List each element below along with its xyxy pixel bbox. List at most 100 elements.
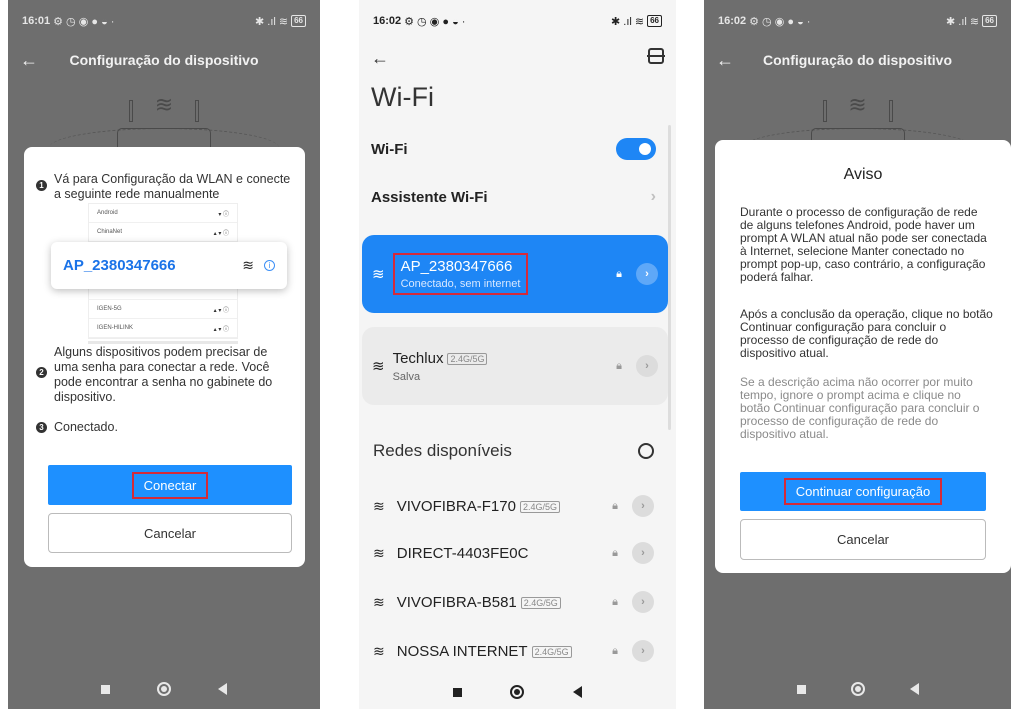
status-bar: 16:01 ⚙ ◷ ◉ ● ◒ · ✱ .ıl ≋ 66 <box>8 0 320 42</box>
network-details-button[interactable]: › <box>632 591 654 613</box>
page-title: Configuração do dispositivo <box>69 52 259 68</box>
cancel-button[interactable]: Cancelar <box>48 513 292 553</box>
wifi-assistant-label: Assistente Wi-Fi <box>371 188 488 206</box>
refresh-icon[interactable] <box>638 443 654 459</box>
status-icons: ⚙ ◷ ◉ ● ◒ · <box>404 15 466 28</box>
lock-icon: 🔒︎ <box>612 499 618 512</box>
warning-paragraph-1: Durante o processo de configuração de re… <box>740 205 987 284</box>
system-nav-bar <box>8 669 320 709</box>
network-name: Techlux <box>392 349 444 367</box>
wifi-assistant-row[interactable]: Assistente Wi-Fi › <box>371 188 656 206</box>
wifi-icon: ≋ <box>373 544 385 561</box>
network-name: DIRECT-4403FE0C <box>396 544 529 562</box>
home-icon[interactable] <box>156 682 171 696</box>
back-nav-icon[interactable] <box>572 686 582 698</box>
ap-network-name: AP_2380347666 <box>63 257 176 274</box>
home-icon[interactable] <box>510 685 525 699</box>
wifi-icon: ≋ <box>373 593 385 610</box>
saved-network-techlux[interactable]: ≋ Techlux 2.4G/5G Salva 🔒︎ › <box>362 327 668 405</box>
list-item[interactable]: ≋ VIVOFIBRA-F170 2.4G/5G 🔒︎ › <box>373 491 654 521</box>
phone-screen-wifi-settings: 16:02 ⚙ ◷ ◉ ● ◒ · ✱ .ıl ≋ 66 ← Wi-Fi Wi-… <box>359 0 676 709</box>
saved-network-ap[interactable]: ≋ AP_2380347666 Conectado, sem internet … <box>362 235 668 313</box>
system-nav-bar <box>704 669 1011 709</box>
status-time: 16:02 <box>373 15 402 27</box>
scrollbar[interactable] <box>668 125 671 430</box>
band-tag: 2.4G/5G <box>531 645 572 658</box>
step-3-text: Conectado. <box>54 420 118 434</box>
dialog-title: Aviso <box>843 166 883 183</box>
cancel-button[interactable]: Cancelar <box>740 519 986 560</box>
band-tag: 2.4G/5G <box>520 596 561 609</box>
warning-paragraph-3: Se a descrição acima não ocorrer por mui… <box>740 375 980 441</box>
lock-icon: 🔒︎ <box>612 595 618 608</box>
list-item[interactable]: ≋ VIVOFIBRA-B581 2.4G/5G 🔒︎ › <box>373 587 654 617</box>
available-networks-header: Redes disponíveis <box>373 441 654 461</box>
wifi-icon: ≋ <box>372 358 385 375</box>
list-item[interactable]: ≋ NOSSA INTERNET 2.4G/5G 🔒︎ › <box>373 636 654 666</box>
network-details-button[interactable]: › <box>632 542 654 564</box>
step-2-text: Alguns dispositivos podem precisar de um… <box>54 345 273 404</box>
step-1: 1 Vá para Configuração da WLAN e conecte… <box>36 172 293 202</box>
network-details-button[interactable]: › <box>636 355 658 377</box>
router-illustration: ≋ <box>49 92 279 148</box>
wifi-signal-icon: ≋ <box>154 92 174 117</box>
wifi-toggle-label: Wi-Fi <box>371 140 408 158</box>
band-tag: 2.4G/5G <box>519 500 560 513</box>
signal-icon: ✱ .ıl ≋ <box>254 15 289 28</box>
back-arrow-icon[interactable]: ← <box>716 50 734 71</box>
wifi-icon: ≋ <box>372 266 385 283</box>
list-item[interactable]: ≋ DIRECT-4403FE0C 🔒︎ › <box>373 538 654 568</box>
wifi-icon: ≋ <box>373 642 385 659</box>
band-tag: 2.4G/5G <box>447 352 488 365</box>
wifi-signal-icon: ≋ <box>848 92 867 117</box>
recents-icon[interactable] <box>453 687 463 697</box>
back-arrow-icon[interactable]: ← <box>371 48 389 69</box>
lock-icon: 🔒︎ <box>616 267 622 280</box>
page-header: ← Configuração do dispositivo <box>704 42 1011 78</box>
list-item: IGEN-5G ▴ ▾ ⓘ <box>89 300 237 319</box>
ap-network-card: AP_2380347666 ≋ i <box>51 242 287 289</box>
step-number-2: 2 <box>36 367 47 378</box>
continue-button-label: Continuar configuração <box>783 478 943 505</box>
qr-scan-icon[interactable] <box>647 48 665 64</box>
status-icons: ⚙ ◷ ◉ ● ◒ · <box>53 15 115 28</box>
network-details-button[interactable]: › <box>632 495 654 517</box>
status-bar: 16:02 ⚙ ◷ ◉ ● ◒ · ✱ .ıl ≋ 66 <box>704 0 1011 42</box>
signal-icon: ✱ .ıl ≋ <box>610 15 645 28</box>
page-title: Wi-Fi <box>371 82 434 112</box>
lock-icon: 🔒︎ <box>612 546 618 559</box>
page-header: ← Configuração do dispositivo <box>8 42 320 78</box>
step-2: 2 Alguns dispositivos podem precisar de … <box>36 345 293 405</box>
network-details-button[interactable]: › <box>632 640 654 662</box>
wifi-icon: ≋ <box>373 497 385 514</box>
back-nav-icon[interactable] <box>909 683 919 695</box>
warning-paragraph-2: Após a conclusão da operação, clique no … <box>740 307 993 360</box>
wifi-icon: ≋ <box>242 257 254 273</box>
back-arrow-icon[interactable]: ← <box>20 50 38 71</box>
phone-screen-warning: 16:02 ⚙ ◷ ◉ ● ◒ · ✱ .ıl ≋ 66 ← Configura… <box>704 0 1011 709</box>
status-time: 16:02 <box>718 15 747 27</box>
network-name: AP_2380347666 <box>400 258 513 275</box>
status-time: 16:01 <box>22 15 51 27</box>
connect-button[interactable]: Conectar <box>48 465 292 505</box>
network-name: NOSSA INTERNET <box>396 642 528 660</box>
battery-icon: 66 <box>291 15 306 27</box>
list-item: IGEN-HILINK ▴ ▾ ⓘ <box>89 319 237 338</box>
wifi-toggle-row: Wi-Fi <box>371 138 656 160</box>
recents-icon[interactable] <box>796 684 806 694</box>
step-3: 3 Conectado. <box>36 420 293 435</box>
network-name: VIVOFIBRA-F170 <box>396 497 516 515</box>
back-nav-icon[interactable] <box>217 683 227 695</box>
step-1-text: Vá para Configuração da WLAN e conecte a… <box>54 172 291 201</box>
home-icon[interactable] <box>850 682 865 696</box>
chevron-right-icon: › <box>650 188 656 205</box>
continue-button[interactable]: Continuar configuração <box>740 472 986 511</box>
network-status: Salva <box>392 370 421 383</box>
status-icons: ⚙ ◷ ◉ ● ◒ · <box>749 15 811 28</box>
available-networks-title: Redes disponíveis <box>373 441 512 460</box>
network-details-button[interactable]: › <box>636 263 658 285</box>
battery-icon: 66 <box>647 15 662 27</box>
wifi-toggle[interactable] <box>616 138 656 160</box>
recents-icon[interactable] <box>101 684 111 694</box>
page-title: Configuração do dispositivo <box>762 52 952 68</box>
